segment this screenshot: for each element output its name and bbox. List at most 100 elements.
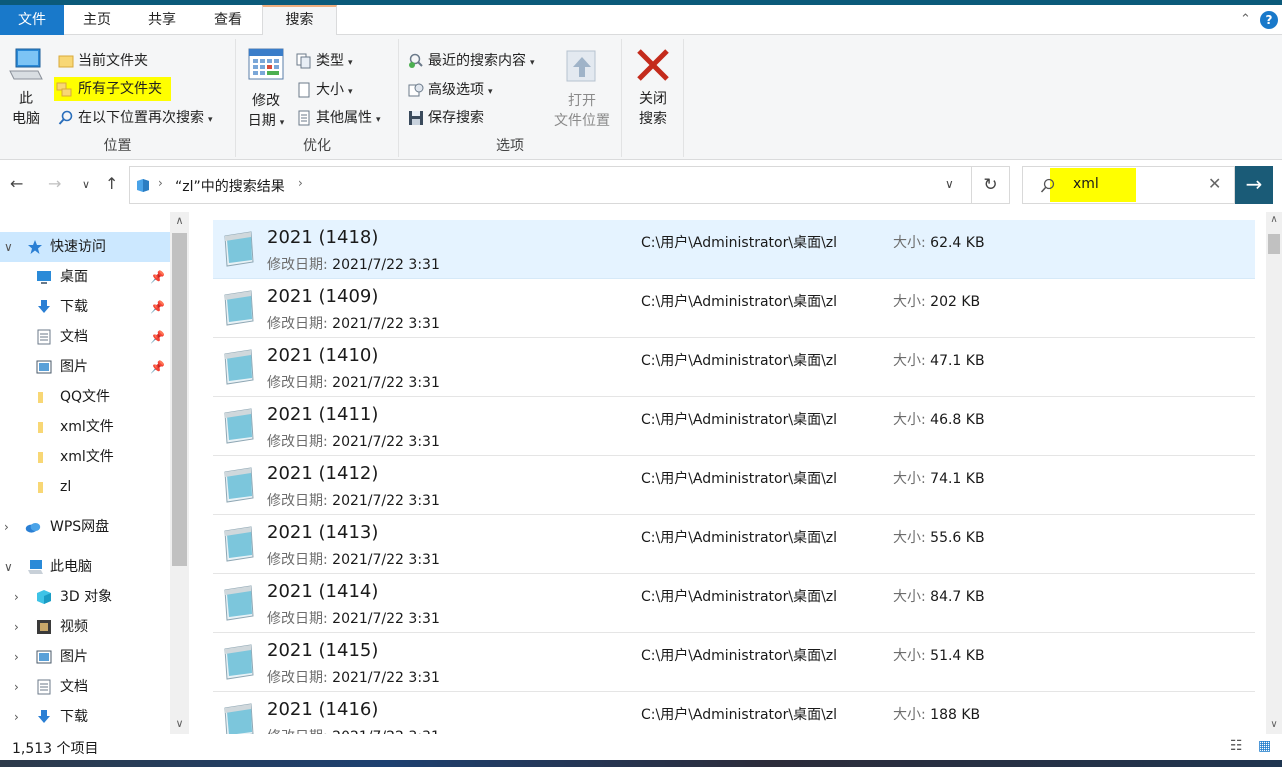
kind-button[interactable]: 类型 ▾ bbox=[294, 49, 353, 73]
file-name[interactable]: 2021 (1409) bbox=[267, 286, 378, 307]
tab-home[interactable]: 主页 bbox=[72, 5, 122, 35]
search-box[interactable]: xml ✕ bbox=[1022, 166, 1235, 204]
file-name[interactable]: 2021 (1415) bbox=[267, 640, 378, 661]
search-input[interactable]: xml bbox=[1073, 176, 1099, 192]
file-name[interactable]: 2021 (1410) bbox=[267, 345, 378, 366]
sidebar-item-desktop[interactable]: 桌面 📌 bbox=[0, 262, 170, 292]
date-modified-button[interactable]: 修改 日期 ▾ bbox=[244, 47, 288, 133]
all-subfolders-button[interactable]: 所有子文件夹 bbox=[54, 77, 171, 101]
refresh-icon[interactable]: ↻ bbox=[972, 166, 1010, 204]
file-name[interactable]: 2021 (1413) bbox=[267, 522, 378, 543]
pin-icon[interactable]: 📌 bbox=[150, 322, 165, 352]
table-row[interactable]: 2021 (1415) 修改日期: 2021/7/22 3:31 C:\用户\Adm… bbox=[213, 633, 1255, 692]
scroll-down-icon[interactable]: ∨ bbox=[170, 717, 189, 730]
sidebar-item-pictures[interactable]: 图片 📌 bbox=[0, 352, 170, 382]
table-row[interactable]: 2021 (1416) 修改日期: 2021/7/22 3:31 C:\用户\Adm… bbox=[213, 692, 1255, 734]
sidebar-label: 3D 对象 bbox=[60, 589, 113, 605]
address-bar[interactable]: › “zl”中的搜索结果 › ∨ bbox=[129, 166, 972, 204]
results-scrollbar[interactable]: ∧ ∨ bbox=[1266, 212, 1282, 734]
address-path[interactable]: “zl”中的搜索结果 bbox=[175, 176, 285, 196]
advanced-options-button[interactable]: 高级选项 ▾ bbox=[406, 78, 493, 102]
file-size: 大小: 55.6 KB bbox=[893, 527, 985, 547]
collapse-ribbon-icon[interactable]: ⌃ bbox=[1240, 5, 1251, 35]
table-row[interactable]: 2021 (1414) 修改日期: 2021/7/22 3:31 C:\用户\Adm… bbox=[213, 574, 1255, 633]
sidebar-item-quick-access[interactable]: ∨ 快速访问 bbox=[0, 232, 170, 262]
recent-locations-chevron-icon[interactable]: ∨ bbox=[82, 178, 90, 191]
table-row[interactable]: 2021 (1413) 修改日期: 2021/7/22 3:31 C:\用户\Adm… bbox=[213, 515, 1255, 574]
search-again-button[interactable]: 在以下位置再次搜索 ▾ bbox=[56, 106, 213, 130]
sidebar-item-this-pc[interactable]: ∨ 此电脑 bbox=[0, 552, 170, 582]
sidebar-item-xml-files[interactable]: xml文件 bbox=[0, 412, 170, 442]
size-key: 大小: bbox=[893, 530, 926, 546]
chevron-right-icon[interactable]: › bbox=[14, 642, 19, 672]
pin-icon[interactable]: 📌 bbox=[150, 262, 165, 292]
sidebar-item-wps[interactable]: › WPS网盘 bbox=[0, 512, 170, 542]
chevron-right-icon[interactable]: › bbox=[14, 582, 19, 612]
chevron-right-icon[interactable]: › bbox=[4, 512, 9, 542]
file-name[interactable]: 2021 (1416) bbox=[267, 699, 378, 720]
scroll-up-icon[interactable]: ∧ bbox=[1266, 214, 1282, 225]
path-chevron-icon[interactable]: › bbox=[298, 176, 303, 190]
other-properties-button[interactable]: 其他属性 ▾ bbox=[294, 106, 381, 130]
back-arrow-icon[interactable]: ← bbox=[10, 174, 23, 193]
results-scroll-thumb[interactable] bbox=[1268, 234, 1280, 254]
sidebar-item-videos[interactable]: › 视频 bbox=[0, 612, 170, 642]
pin-icon[interactable]: 📌 bbox=[150, 292, 165, 322]
file-name[interactable]: 2021 (1418) bbox=[267, 227, 378, 248]
tab-file[interactable]: 文件 bbox=[0, 5, 64, 35]
open-file-location-button[interactable]: 打开 文件位置 bbox=[549, 47, 615, 131]
sidebar-item-qq-files[interactable]: QQ文件 bbox=[0, 382, 170, 412]
breadcrumb-chevron-icon[interactable]: › bbox=[158, 176, 163, 190]
table-row[interactable]: 2021 (1412) 修改日期: 2021/7/22 3:31 C:\用户\Adm… bbox=[213, 456, 1255, 515]
details-view-icon[interactable]: ☷ bbox=[1230, 738, 1243, 754]
sidebar-item-documents[interactable]: 文档 📌 bbox=[0, 322, 170, 352]
tab-view[interactable]: 查看 bbox=[203, 5, 253, 35]
arrow-right-icon: → bbox=[1245, 172, 1263, 196]
search-go-button[interactable]: → bbox=[1235, 166, 1273, 204]
address-dropdown-icon[interactable]: ∨ bbox=[945, 177, 954, 191]
table-row[interactable]: 2021 (1409) 修改日期: 2021/7/22 3:31 C:\用户\Adm… bbox=[213, 279, 1255, 338]
tiles-view-icon[interactable]: ▦ bbox=[1258, 738, 1271, 754]
help-icon[interactable]: ? bbox=[1260, 11, 1278, 29]
close-search-button[interactable]: 关闭 搜索 bbox=[630, 47, 676, 129]
table-row[interactable]: 2021 (1410) 修改日期: 2021/7/22 3:31 C:\用户\Adm… bbox=[213, 338, 1255, 397]
sidebar-item-zl[interactable]: zl bbox=[0, 472, 170, 502]
sidebar-item-pc-downloads[interactable]: › 下载 bbox=[0, 702, 170, 732]
chevron-down-icon[interactable]: ∨ bbox=[4, 232, 13, 262]
chevron-right-icon[interactable]: › bbox=[14, 612, 19, 642]
chevron-down-icon[interactable]: ∨ bbox=[4, 552, 13, 582]
file-name[interactable]: 2021 (1411) bbox=[267, 404, 378, 425]
sidebar-item-xml-files-2[interactable]: xml文件 bbox=[0, 442, 170, 472]
scroll-up-icon[interactable]: ∧ bbox=[170, 214, 189, 227]
close-icon bbox=[637, 49, 669, 81]
table-row[interactable]: 2021 (1411) 修改日期: 2021/7/22 3:31 C:\用户\Adm… bbox=[213, 397, 1255, 456]
chevron-right-icon[interactable]: › bbox=[14, 702, 19, 732]
chevron-right-icon[interactable]: › bbox=[14, 672, 19, 702]
sidebar-item-downloads[interactable]: 下载 📌 bbox=[0, 292, 170, 322]
this-pc-button[interactable]: 此 电脑 bbox=[6, 47, 46, 129]
sidebar-item-pc-pictures[interactable]: › 图片 bbox=[0, 642, 170, 672]
sidebar-scroll-thumb[interactable] bbox=[172, 233, 187, 566]
size-button[interactable]: 大小 ▾ bbox=[294, 78, 353, 102]
sidebar-item-3d-objects[interactable]: › 3D 对象 bbox=[0, 582, 170, 612]
recent-searches-icon bbox=[409, 53, 423, 68]
save-search-button[interactable]: 保存搜索 bbox=[406, 106, 484, 130]
table-row[interactable]: 2021 (1418) 修改日期: 2021/7/22 3:31 C:\用户\Adm… bbox=[213, 220, 1255, 279]
tab-share[interactable]: 共享 bbox=[137, 5, 187, 35]
sidebar-label: 视频 bbox=[60, 619, 88, 635]
scroll-down-icon[interactable]: ∨ bbox=[1266, 719, 1282, 730]
current-folder-button[interactable]: 当前文件夹 bbox=[56, 49, 148, 73]
ribbon-group-refine: 修改 日期 ▾ 类型 ▾ 大小 ▾ 其他属性 ▾ 优化 bbox=[236, 39, 399, 157]
file-name[interactable]: 2021 (1414) bbox=[267, 581, 378, 602]
pin-icon[interactable]: 📌 bbox=[150, 352, 165, 382]
forward-arrow-icon[interactable]: → bbox=[48, 174, 61, 193]
notepad-file-icon bbox=[224, 290, 254, 326]
sidebar-item-pc-documents[interactable]: › 文档 bbox=[0, 672, 170, 702]
sidebar-scrollbar[interactable]: ∧ ∨ bbox=[170, 212, 189, 734]
3d-objects-icon bbox=[37, 590, 51, 604]
file-name[interactable]: 2021 (1412) bbox=[267, 463, 378, 484]
recent-searches-button[interactable]: 最近的搜索内容 ▾ bbox=[406, 49, 535, 73]
tab-search[interactable]: 搜索 bbox=[262, 5, 337, 36]
up-arrow-icon[interactable]: ↑ bbox=[105, 174, 118, 193]
clear-search-icon[interactable]: ✕ bbox=[1208, 174, 1221, 193]
